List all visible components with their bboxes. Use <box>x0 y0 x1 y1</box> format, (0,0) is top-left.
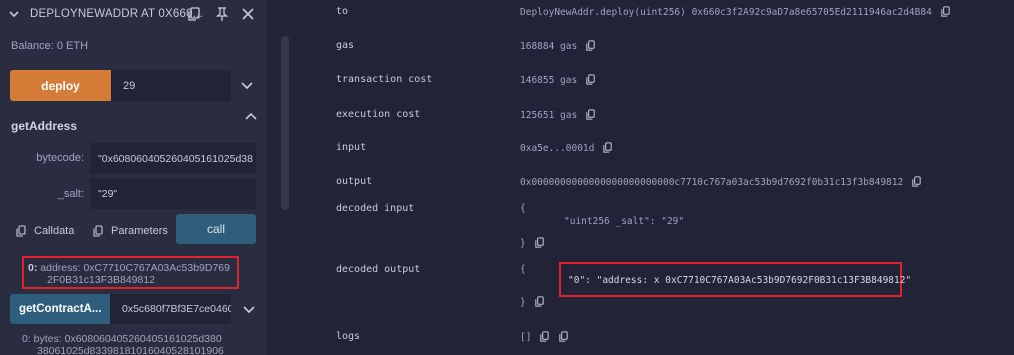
copy-icon[interactable] <box>940 6 951 17</box>
logs-value: [] <box>520 332 532 343</box>
chevron-up-icon[interactable] <box>244 110 258 124</box>
receipt-key: decoded input <box>336 203 415 214</box>
decoded-input-open: { <box>520 203 526 214</box>
gas-value: 168884 gas <box>520 41 578 52</box>
copy-icon[interactable] <box>602 142 613 153</box>
get-contract-address-button[interactable]: getContractA... <box>10 294 110 324</box>
receipt-key: to <box>336 6 349 17</box>
calldata-button[interactable]: Calldata <box>15 225 74 237</box>
decoded-output-line: "0": "address: x 0xC7710C767A03Ac53b9D76… <box>568 275 912 286</box>
receipt-key: decoded output <box>336 264 421 275</box>
deploy-button[interactable]: deploy <box>10 70 111 101</box>
contract-title: DEPLOYNEWADDR AT 0X660... <box>30 8 203 20</box>
deployed-contract-panel: DEPLOYNEWADDR AT 0X660... Balance: 0 ETH… <box>0 0 266 355</box>
receipt-value: [] <box>520 331 569 343</box>
function-result: 0: address: 0xC7710C767A03Ac53b9D769 2F0… <box>22 256 239 289</box>
result-address-line1: address: 0xC7710C767A03Ac53b9D769 <box>40 262 230 274</box>
to-value: DeployNewAddr.deploy(uint256) 0x660c3f2A… <box>520 7 932 18</box>
copy-icon[interactable] <box>585 74 596 85</box>
decoded-output-close-brace: } <box>520 297 526 308</box>
copy-icon[interactable] <box>558 331 569 342</box>
salt-input[interactable]: "29" <box>90 178 256 209</box>
result-index: 0: <box>28 262 38 274</box>
decoded-input-close-brace: } <box>520 238 526 249</box>
receipt-value: 146855 gas <box>520 74 596 86</box>
output-value: 0x0000000000000000000000000c7710c767a03a… <box>520 177 904 188</box>
bytecode-input[interactable]: "0x608060405260405161025d38 <box>90 143 256 174</box>
chevron-down-icon[interactable] <box>242 302 256 316</box>
chevron-down-icon[interactable] <box>240 78 254 92</box>
bytes-line1: 0: bytes: 0x608060405260405161025d380 <box>22 333 222 345</box>
copy-icon[interactable] <box>911 176 922 187</box>
copy-icon[interactable] <box>534 296 545 307</box>
chevron-down-icon[interactable] <box>8 8 20 20</box>
copy-icon[interactable] <box>585 109 596 120</box>
parameters-button[interactable]: Parameters <box>92 225 168 237</box>
decoded-output-close: } <box>520 296 545 308</box>
copy-icon <box>93 225 103 237</box>
get-contract-address-input[interactable]: 0x5c680f7Bf3E7ce04603 <box>110 294 231 324</box>
get-contract-address-row: getContractA... 0x5c680f7Bf3E7ce04603 <box>10 294 256 324</box>
receipt-value: 125651 gas <box>520 109 596 121</box>
calldata-label: Calldata <box>34 225 75 237</box>
scrollbar-thumb[interactable] <box>281 36 289 210</box>
receipt-key: output <box>336 176 373 187</box>
copy-icon[interactable] <box>186 6 202 22</box>
receipt-key: logs <box>336 331 361 342</box>
balance-label: Balance: 0 ETH <box>11 40 89 52</box>
execution-cost-value: 125651 gas <box>520 110 578 121</box>
deploy-input[interactable]: 29 <box>111 70 231 101</box>
receipt-key: gas <box>336 40 355 51</box>
bytes-line2: 38061025d83398181016040528101906 <box>37 345 224 355</box>
receipt-value: DeployNewAddr.deploy(uint256) 0x660c3f2A… <box>520 6 951 18</box>
bytecode-label: bytecode: <box>36 152 84 164</box>
call-button[interactable]: call <box>176 214 256 244</box>
receipt-value: 0xa5e...0001d <box>520 142 613 154</box>
deploy-row: deploy 29 <box>10 70 256 101</box>
close-icon[interactable] <box>240 6 256 22</box>
copy-icon <box>16 225 26 237</box>
copy-icon[interactable] <box>539 331 550 342</box>
bytes-result: 0: bytes: 0x608060405260405161025d380 38… <box>22 333 262 355</box>
input-value: 0xa5e...0001d <box>520 143 595 154</box>
transaction-details: to DeployNewAddr.deploy(uint256) 0x660c3… <box>290 0 1014 355</box>
salt-label: _salt: <box>57 188 84 200</box>
receipt-value: 168884 gas <box>520 40 596 52</box>
receipt-key: transaction cost <box>336 74 433 85</box>
transaction-cost-value: 146855 gas <box>520 75 578 86</box>
function-title: getAddress <box>11 119 78 133</box>
decoded-input-close: } <box>520 237 545 249</box>
receipt-value: 0x0000000000000000000000000c7710c767a03a… <box>520 176 922 188</box>
contract-header[interactable]: DEPLOYNEWADDR AT 0X660... <box>0 0 266 28</box>
copy-icon[interactable] <box>534 237 545 248</box>
copy-icon[interactable] <box>585 40 596 51</box>
decoded-input-line: "uint256 _salt": "29" <box>564 216 685 227</box>
result-address-line2: 2F0B31c13F3B849812 <box>47 274 155 286</box>
parameters-label: Parameters <box>111 225 168 237</box>
receipt-key: input <box>336 142 367 153</box>
pin-icon[interactable] <box>214 6 230 22</box>
decoded-output-open: { <box>520 264 526 275</box>
receipt-key: execution cost <box>336 109 421 120</box>
